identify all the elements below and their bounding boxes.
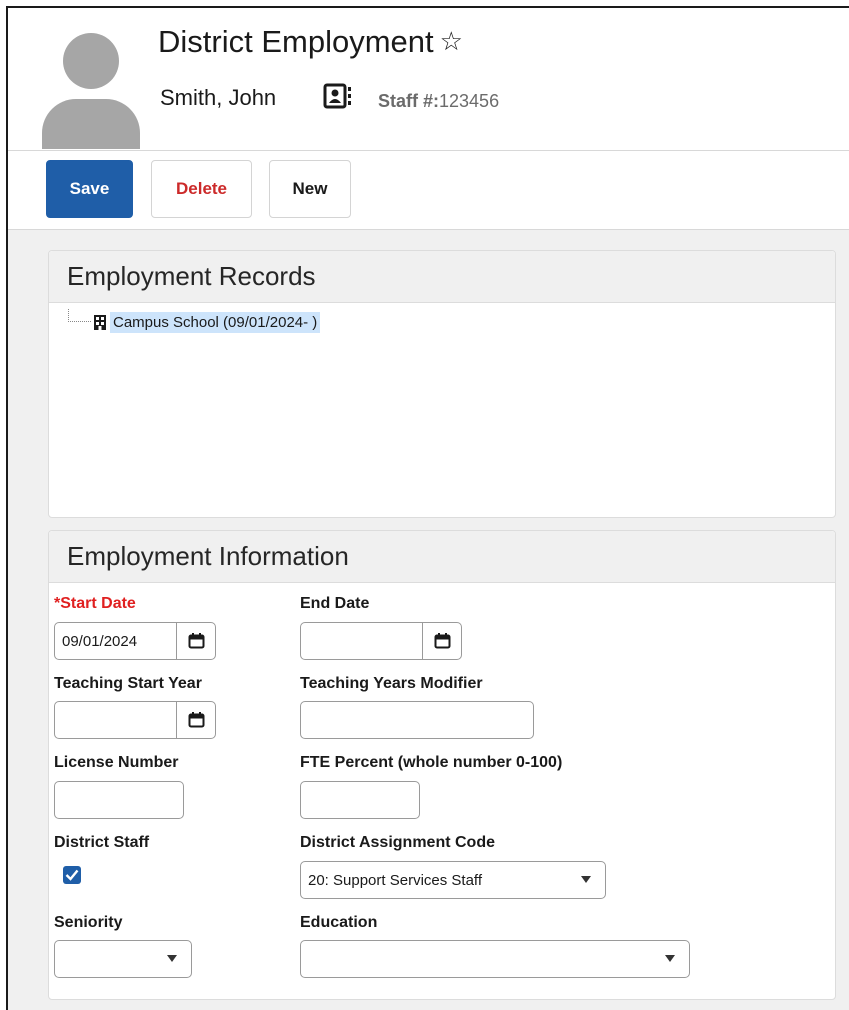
page-header: District Employment ☆ Smith, John Staff #…	[8, 8, 849, 151]
teaching-start-year-label: Teaching Start Year	[54, 675, 202, 692]
save-button[interactable]: Save	[46, 160, 133, 218]
district-assignment-code-select[interactable]: 20: Support Services Staff	[300, 861, 606, 899]
staff-number-label: Staff #:	[378, 91, 440, 111]
start-date-label-text: Start Date	[60, 595, 136, 612]
district-assignment-code-label: District Assignment Code	[300, 834, 495, 851]
avatar-body	[42, 99, 140, 149]
teaching-years-modifier-field[interactable]	[300, 701, 534, 739]
district-staff-label: District Staff	[54, 834, 150, 851]
person-name: Smith, John	[160, 85, 277, 110]
avatar	[42, 25, 140, 149]
employment-information-title: Employment Information	[49, 531, 835, 583]
license-number-field[interactable]	[54, 781, 184, 819]
tree-item-label: Campus School (09/01/2024- )	[110, 312, 321, 333]
tree-connector	[68, 309, 91, 322]
fte-percent-field[interactable]	[300, 781, 420, 819]
education-select[interactable]	[300, 940, 690, 978]
seniority-label: Seniority	[54, 914, 123, 931]
calendar-icon[interactable]	[422, 623, 461, 659]
education-label: Education	[300, 914, 378, 931]
tree-item-campus-school[interactable]: Campus School (09/01/2024- )	[93, 312, 321, 333]
employment-information-panel: Employment Information *Start Date 09/01…	[48, 530, 836, 1000]
end-date-label: End Date	[300, 595, 370, 612]
avatar-head	[63, 33, 119, 89]
page-title: District Employment ☆	[158, 24, 463, 60]
delete-button[interactable]: Delete	[151, 160, 252, 218]
start-date-label: *Start Date	[54, 595, 136, 613]
staff-number: Staff #:123456	[378, 91, 499, 112]
district-staff-checkbox[interactable]	[63, 866, 81, 884]
teaching-start-year-field[interactable]	[54, 701, 216, 739]
star-icon[interactable]: ☆	[440, 26, 463, 56]
license-number-label: License Number	[54, 754, 179, 771]
new-button[interactable]: New	[269, 160, 351, 218]
fte-percent-label: FTE Percent (whole number 0-100)	[300, 754, 563, 771]
employment-records-panel: Employment Records Campus School (09/01/…	[48, 250, 836, 518]
end-date-field[interactable]	[300, 622, 462, 660]
employment-records-title: Employment Records	[49, 251, 835, 303]
start-date-field[interactable]: 09/01/2024	[54, 622, 216, 660]
chevron-down-icon	[665, 955, 675, 962]
seniority-select[interactable]	[54, 940, 192, 978]
contact-card-icon[interactable]	[323, 83, 355, 111]
page-title-text: District Employment	[158, 24, 434, 59]
page-frame: District Employment ☆ Smith, John Staff #…	[6, 6, 849, 1010]
chevron-down-icon	[581, 876, 591, 883]
calendar-icon[interactable]	[176, 702, 215, 738]
building-icon	[94, 315, 106, 330]
staff-number-value: 123456	[439, 91, 500, 111]
chevron-down-icon	[167, 955, 177, 962]
teaching-years-modifier-label: Teaching Years Modifier	[300, 675, 483, 692]
district-assignment-code-value: 20: Support Services Staff	[308, 871, 482, 889]
calendar-icon[interactable]	[176, 623, 215, 659]
action-toolbar: Save Delete New	[8, 151, 849, 230]
checkmark-icon	[65, 869, 79, 881]
start-date-value: 09/01/2024	[62, 632, 138, 650]
